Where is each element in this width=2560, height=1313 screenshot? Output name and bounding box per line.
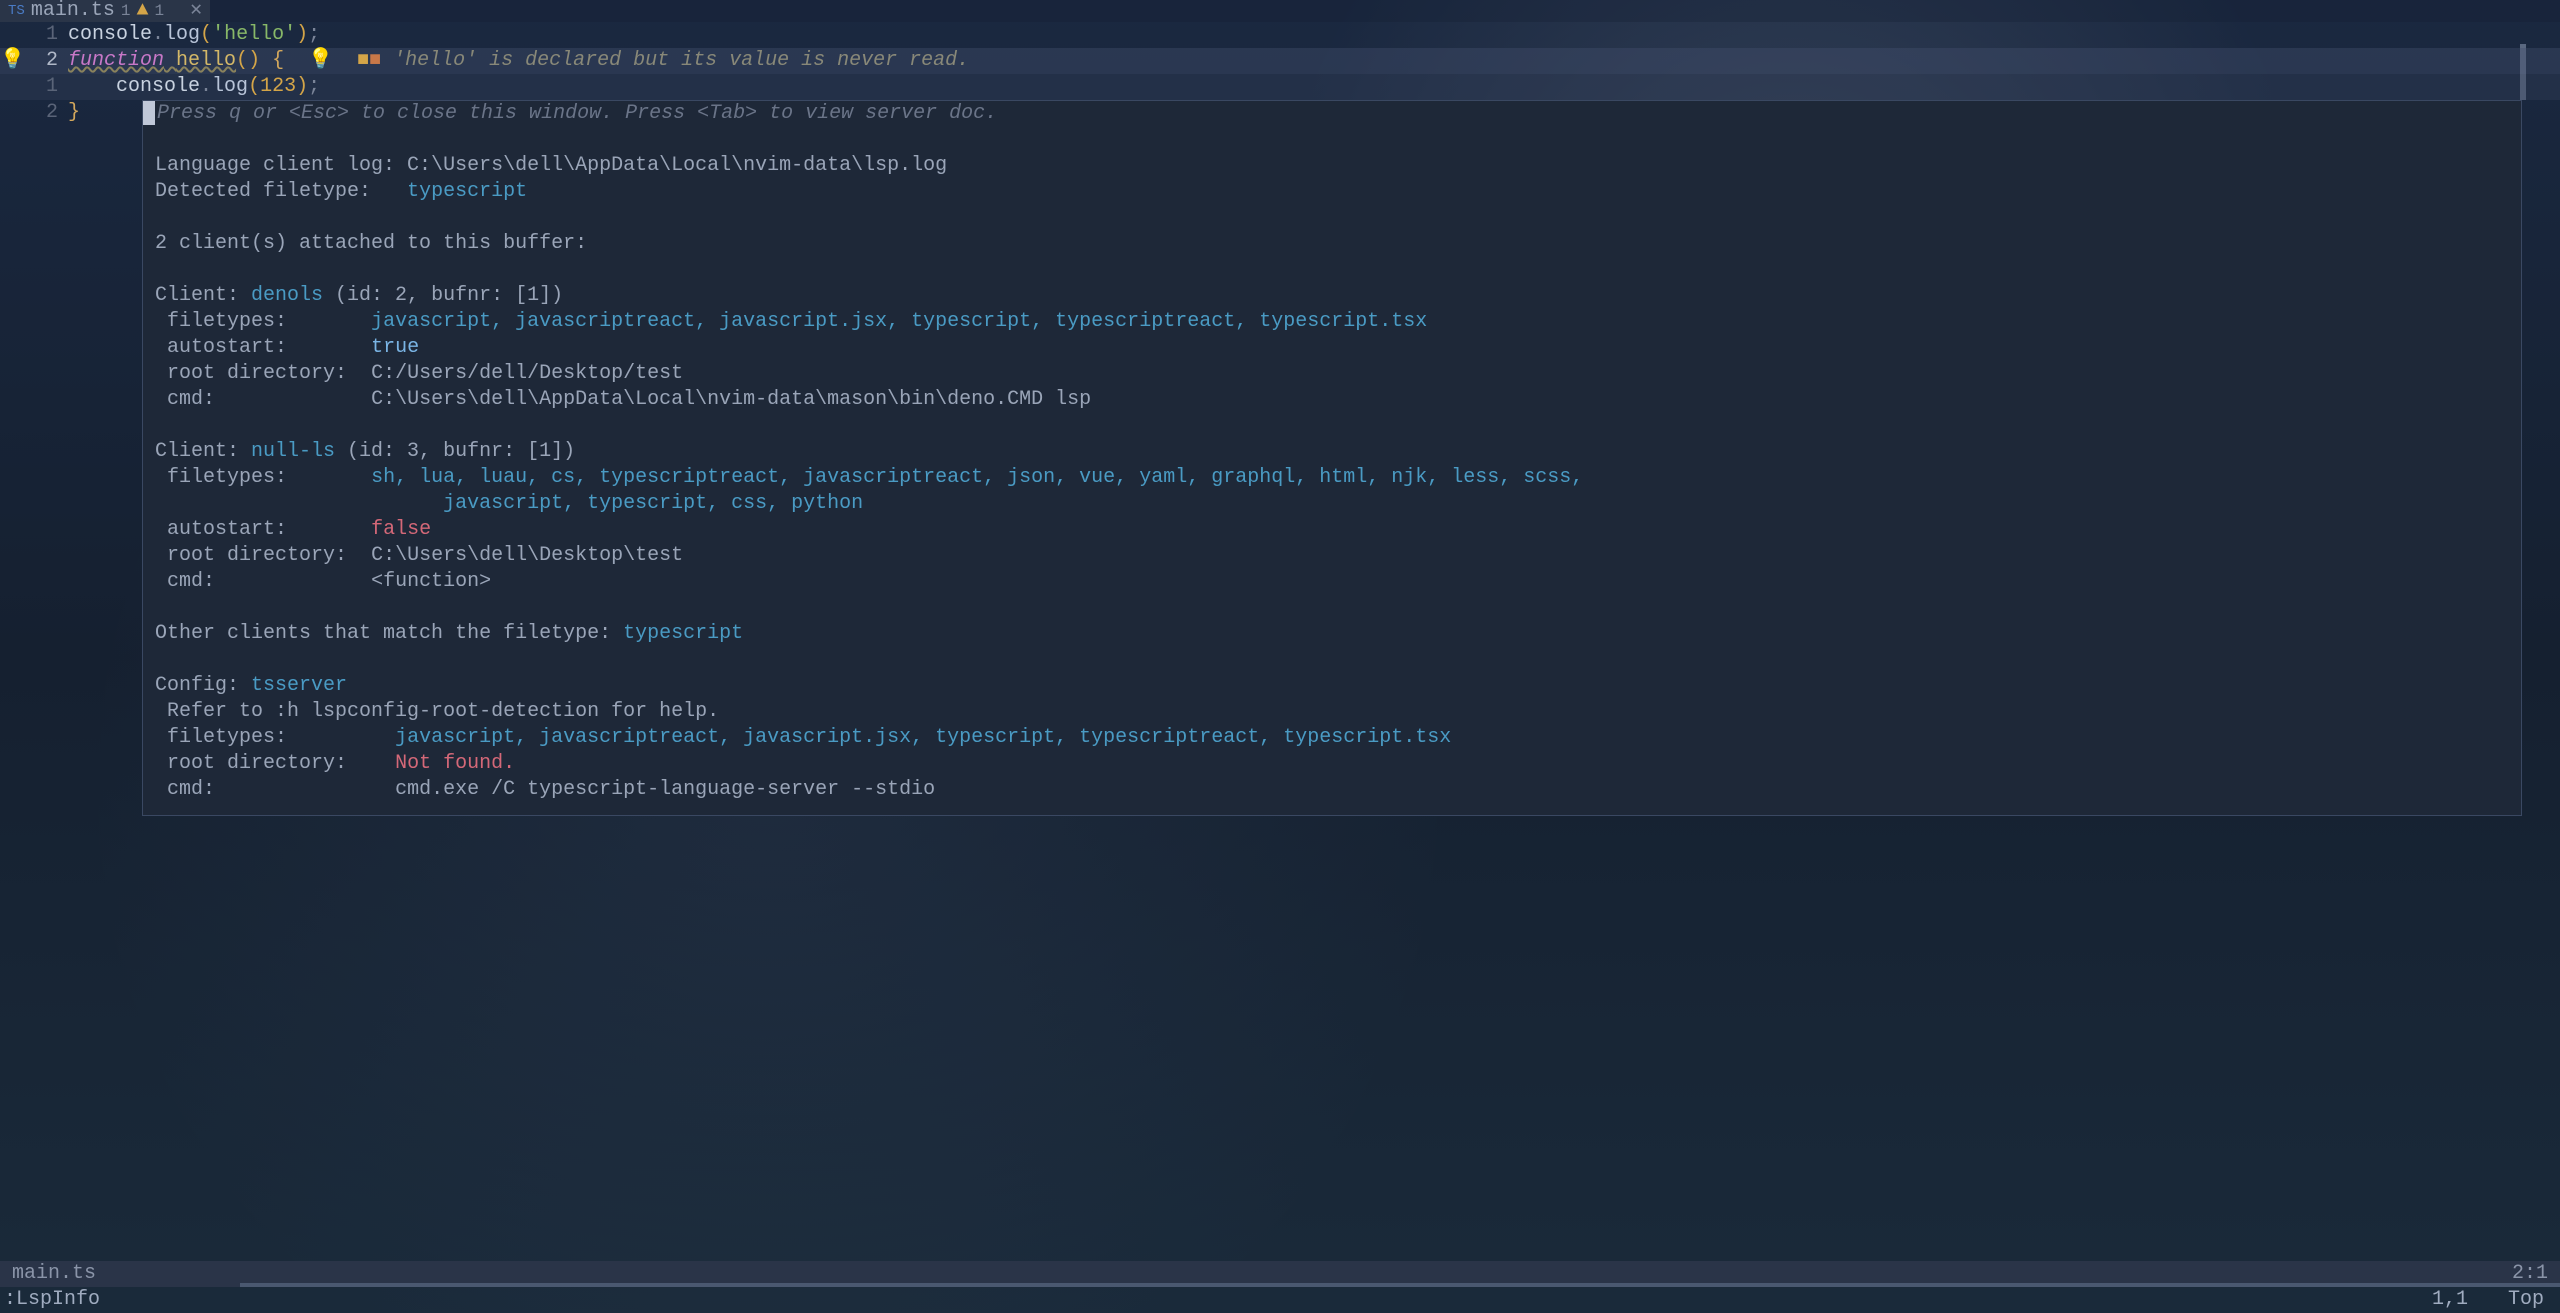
lightbulb-icon[interactable]: 💡 — [0, 48, 18, 74]
filetypes-value: javascript, javascriptreact, javascript.… — [395, 726, 1451, 749]
client-label: Client: — [155, 284, 251, 307]
status-filename: main.ts — [12, 1261, 96, 1287]
line-number: 2 — [18, 48, 68, 74]
cmd-value: cmd.exe /C typescript-language-server --… — [395, 778, 935, 801]
rootdir-label: root directory: — [155, 752, 395, 775]
client-label: Client: — [155, 440, 251, 463]
rootdir-value: C:/Users/dell/Desktop/test — [371, 362, 683, 385]
other-clients-label: Other clients that match the filetype: — [155, 622, 623, 645]
lspinfo-window[interactable]: Press q or <Esc> to close this window. P… — [142, 100, 2522, 816]
code-editor[interactable]: 1 console.log('hello'); 💡 2 function hel… — [0, 22, 2560, 126]
tab-filename: main.ts — [31, 0, 115, 24]
tab-diag-count: 1 — [121, 1, 131, 22]
client-meta: (id: 2, bufnr: [1]) — [323, 284, 563, 307]
command-text: :LspInfo — [4, 1287, 100, 1313]
filetypes-value-cont: javascript, typescript, css, python — [443, 492, 863, 515]
diagnostic-message: 'hello' is declared but its value is nev… — [393, 49, 969, 72]
other-clients-type: typescript — [623, 622, 743, 645]
filetypes-label: filetypes: — [155, 726, 395, 749]
code-line[interactable]: 1 console.log(123); — [0, 74, 2560, 100]
client-name: null-ls — [251, 440, 335, 463]
line-number: 2 — [18, 100, 68, 126]
detected-filetype: typescript — [407, 180, 527, 203]
config-name: tsserver — [251, 674, 347, 697]
client-meta: (id: 3, bufnr: [1]) — [335, 440, 575, 463]
autostart-value: true — [371, 336, 419, 359]
autostart-label: autostart: — [155, 336, 371, 359]
warning-icon: ▲ — [136, 0, 148, 24]
scroll-position: Top — [2508, 1287, 2544, 1313]
config-label: Config: — [155, 674, 251, 697]
cmd-label: cmd: — [155, 570, 371, 593]
cmd-label: cmd: — [155, 388, 371, 411]
code-content: function hello() { 💡 ■■ 'hello' is decla… — [68, 48, 2560, 74]
command-line[interactable]: :LspInfo 1,1 Top — [0, 1287, 2560, 1313]
cursor-position: 1,1 — [2432, 1287, 2468, 1313]
lspinfo-hint: Press q or <Esc> to close this window. P… — [157, 102, 997, 125]
filetypes-value: sh, lua, luau, cs, typescriptreact, java… — [371, 466, 1583, 489]
hint-icon: 💡 — [308, 49, 333, 72]
code-content: console.log(123); — [68, 74, 2560, 100]
code-line[interactable]: 1 console.log('hello'); — [0, 22, 2560, 48]
clients-attached: 2 client(s) attached to this buffer: — [155, 232, 587, 255]
filetypes-label: filetypes: — [155, 466, 371, 489]
cursor — [143, 101, 155, 125]
rootdir-label: root directory: — [155, 544, 371, 567]
status-line: main.ts 2:1 — [0, 1261, 2560, 1287]
filetypes-value: javascript, javascriptreact, javascript.… — [371, 310, 1427, 333]
cmd-value: C:\Users\dell\AppData\Local\nvim-data\ma… — [371, 388, 1091, 411]
line-number: 1 — [18, 22, 68, 48]
code-line[interactable]: 💡 2 function hello() { 💡 ■■ 'hello' is d… — [0, 48, 2560, 74]
autostart-value: false — [371, 518, 431, 541]
line-number: 1 — [18, 74, 68, 100]
tab-main-ts[interactable]: TS main.ts 1 ▲ 1 ✕ — [0, 0, 210, 22]
client-name: denols — [251, 284, 323, 307]
autostart-label: autostart: — [155, 518, 371, 541]
lspinfo-log-path: Language client log: C:\Users\dell\AppDa… — [155, 154, 947, 177]
typescript-icon: TS — [8, 2, 25, 20]
filetypes-label: filetypes: — [155, 310, 371, 333]
tab-warn-count: 1 — [154, 1, 164, 22]
code-line[interactable]: 2 } Press q or <Esc> to close this windo… — [0, 100, 2560, 126]
code-content: console.log('hello'); — [68, 22, 2560, 48]
cmd-label: cmd: — [155, 778, 395, 801]
close-icon[interactable]: ✕ — [170, 0, 202, 24]
detected-filetype-label: Detected filetype: — [155, 180, 407, 203]
rootdir-notfound: Not found. — [395, 752, 515, 775]
config-refer: Refer to :h lspconfig-root-detection for… — [155, 700, 719, 723]
rootdir-label: root directory: — [155, 362, 371, 385]
cmd-value: <function> — [371, 570, 491, 593]
tab-bar: TS main.ts 1 ▲ 1 ✕ — [0, 0, 2560, 22]
rootdir-value: C:\Users\dell\Desktop\test — [371, 544, 683, 567]
